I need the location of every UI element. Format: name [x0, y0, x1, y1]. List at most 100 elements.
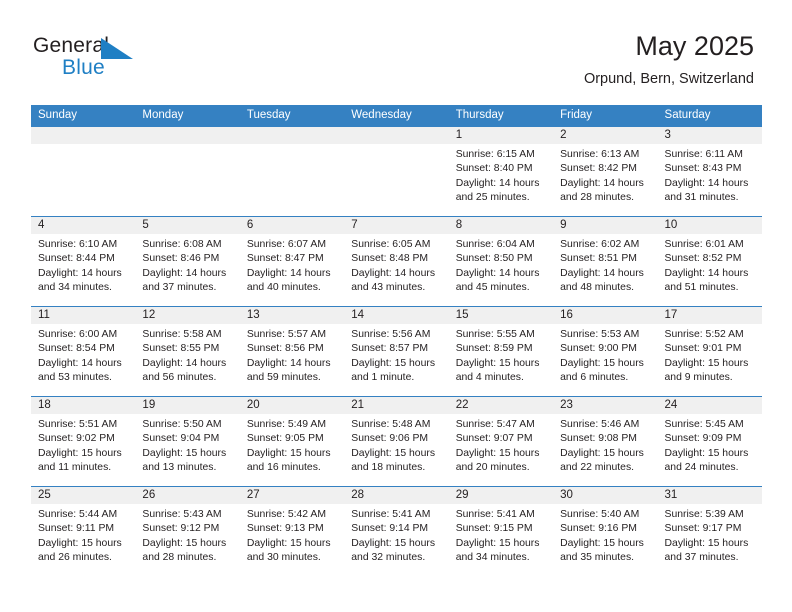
day-info: Sunrise: 5:44 AM Sunset: 9:11 PM Dayligh…	[31, 504, 135, 566]
sunset-text: Sunset: 9:01 PM	[664, 343, 742, 355]
daylight-text-line1: Daylight: 14 hours	[664, 267, 749, 279]
day-cell[interactable]: 16 Sunrise: 5:53 AM Sunset: 9:00 PM Dayl…	[553, 307, 658, 396]
day-info: Sunrise: 6:00 AM Sunset: 8:54 PM Dayligh…	[31, 324, 135, 386]
sunrise-text: Sunrise: 5:49 AM	[246, 419, 326, 430]
day-cell[interactable]: 10 Sunrise: 6:01 AM Sunset: 8:52 PM Dayl…	[657, 217, 762, 306]
daylight-text-line1: Daylight: 15 hours	[38, 537, 122, 549]
day-cell[interactable]: 9 Sunrise: 6:02 AM Sunset: 8:51 PM Dayli…	[553, 217, 658, 306]
sunset-text: Sunset: 9:11 PM	[38, 523, 115, 535]
sunset-text: Sunset: 9:07 PM	[455, 433, 533, 445]
sunrise-text: Sunrise: 5:47 AM	[455, 419, 535, 430]
daylight-text-line1: Daylight: 15 hours	[142, 447, 227, 459]
daylight-text-line2: and 35 minutes.	[560, 552, 635, 564]
daylight-text-line1: Daylight: 15 hours	[455, 447, 540, 459]
day-cell[interactable]: 15 Sunrise: 5:55 AM Sunset: 8:59 PM Dayl…	[448, 307, 554, 396]
sunrise-text: Sunrise: 6:01 AM	[664, 239, 744, 250]
day-number	[344, 127, 449, 144]
day-number: 10	[657, 217, 762, 234]
daylight-text-line2: and 24 minutes.	[664, 462, 739, 474]
day-cell[interactable]: 31 Sunrise: 5:39 AM Sunset: 9:17 PM Dayl…	[657, 487, 762, 576]
sunset-text: Sunset: 9:04 PM	[142, 433, 220, 445]
daylight-text-line2: and 59 minutes.	[246, 372, 321, 384]
day-number: 21	[344, 397, 449, 414]
daylight-text-line1: Daylight: 15 hours	[560, 537, 644, 549]
day-cell[interactable]: 13 Sunrise: 5:57 AM Sunset: 8:56 PM Dayl…	[239, 307, 345, 396]
day-cell[interactable]: 20 Sunrise: 5:49 AM Sunset: 9:05 PM Dayl…	[239, 397, 345, 486]
daylight-text-line2: and 9 minutes.	[664, 372, 733, 384]
sunrise-text: Sunrise: 5:50 AM	[142, 419, 222, 430]
day-cell[interactable]: 12 Sunrise: 5:58 AM Sunset: 8:55 PM Dayl…	[135, 307, 240, 396]
day-info: Sunrise: 5:50 AM Sunset: 9:04 PM Dayligh…	[135, 414, 239, 476]
sunrise-text: Sunrise: 6:00 AM	[38, 329, 118, 340]
day-cell[interactable]: 11 Sunrise: 6:00 AM Sunset: 8:54 PM Dayl…	[31, 307, 136, 396]
day-cell[interactable]: 7 Sunrise: 6:05 AM Sunset: 8:48 PM Dayli…	[344, 217, 449, 306]
weekday-header-saturday: Saturday	[664, 109, 711, 121]
day-info: Sunrise: 6:07 AM Sunset: 8:47 PM Dayligh…	[240, 234, 344, 296]
day-cell[interactable]: 23 Sunrise: 5:46 AM Sunset: 9:08 PM Dayl…	[553, 397, 658, 486]
daylight-text-line2: and 18 minutes.	[351, 462, 426, 474]
daylight-text-line1: Daylight: 15 hours	[246, 447, 331, 459]
sunset-text: Sunset: 8:56 PM	[246, 343, 324, 355]
day-cell[interactable]: 25 Sunrise: 5:44 AM Sunset: 9:11 PM Dayl…	[31, 487, 136, 576]
day-number	[135, 127, 240, 144]
day-cell[interactable]: 24 Sunrise: 5:45 AM Sunset: 9:09 PM Dayl…	[657, 397, 762, 486]
day-cell[interactable]: 18 Sunrise: 5:51 AM Sunset: 9:02 PM Dayl…	[31, 397, 136, 486]
daylight-text-line2: and 45 minutes.	[455, 282, 530, 294]
sunset-text: Sunset: 9:15 PM	[455, 523, 533, 535]
daylight-text-line2: and 30 minutes.	[246, 552, 321, 564]
day-number: 3	[657, 127, 762, 144]
sunrise-text: Sunrise: 5:46 AM	[560, 419, 640, 430]
day-cell[interactable]: 2 Sunrise: 6:13 AM Sunset: 8:42 PM Dayli…	[553, 127, 658, 216]
daylight-text-line2: and 31 minutes.	[664, 192, 739, 204]
day-number: 22	[448, 397, 554, 414]
day-cell[interactable]	[135, 127, 240, 216]
day-info: Sunrise: 6:11 AM Sunset: 8:43 PM Dayligh…	[658, 144, 762, 206]
day-cell[interactable]: 22 Sunrise: 5:47 AM Sunset: 9:07 PM Dayl…	[448, 397, 554, 486]
day-info: Sunrise: 5:39 AM Sunset: 9:17 PM Dayligh…	[658, 504, 762, 566]
day-number	[31, 127, 136, 144]
day-number: 26	[135, 487, 240, 504]
day-cell[interactable]: 26 Sunrise: 5:43 AM Sunset: 9:12 PM Dayl…	[135, 487, 240, 576]
day-info: Sunrise: 5:47 AM Sunset: 9:07 PM Dayligh…	[449, 414, 553, 476]
day-cell[interactable]: 19 Sunrise: 5:50 AM Sunset: 9:04 PM Dayl…	[135, 397, 240, 486]
day-cell[interactable]: 28 Sunrise: 5:41 AM Sunset: 9:14 PM Dayl…	[344, 487, 449, 576]
day-cell[interactable]: 3 Sunrise: 6:11 AM Sunset: 8:43 PM Dayli…	[657, 127, 762, 216]
day-cell[interactable]: 27 Sunrise: 5:42 AM Sunset: 9:13 PM Dayl…	[239, 487, 345, 576]
sunset-text: Sunset: 9:12 PM	[142, 523, 220, 535]
day-info: Sunrise: 5:49 AM Sunset: 9:05 PM Dayligh…	[240, 414, 344, 476]
sunrise-text: Sunrise: 6:08 AM	[142, 239, 222, 250]
day-cell[interactable]	[239, 127, 345, 216]
day-cell[interactable]: 6 Sunrise: 6:07 AM Sunset: 8:47 PM Dayli…	[239, 217, 345, 306]
day-cell[interactable]	[31, 127, 136, 216]
day-cell[interactable]: 30 Sunrise: 5:40 AM Sunset: 9:16 PM Dayl…	[553, 487, 658, 576]
day-cell[interactable]: 29 Sunrise: 5:41 AM Sunset: 9:15 PM Dayl…	[448, 487, 554, 576]
calendar-page: General Blue May 2025 Orpund, Bern, Swit…	[0, 0, 792, 612]
day-info: Sunrise: 6:05 AM Sunset: 8:48 PM Dayligh…	[344, 234, 448, 296]
daylight-text-line1: Daylight: 15 hours	[351, 447, 436, 459]
calendar-week-row: 25 Sunrise: 5:44 AM Sunset: 9:11 PM Dayl…	[31, 486, 762, 576]
day-cell[interactable]	[344, 127, 449, 216]
sunrise-text: Sunrise: 5:41 AM	[351, 509, 431, 520]
daylight-text-line2: and 11 minutes.	[38, 462, 112, 474]
day-info: Sunrise: 5:42 AM Sunset: 9:13 PM Dayligh…	[240, 504, 344, 566]
sunrise-text: Sunrise: 6:10 AM	[38, 239, 118, 250]
day-cell[interactable]: 5 Sunrise: 6:08 AM Sunset: 8:46 PM Dayli…	[135, 217, 240, 306]
day-cell[interactable]: 14 Sunrise: 5:56 AM Sunset: 8:57 PM Dayl…	[344, 307, 449, 396]
brand-logo[interactable]: General Blue	[33, 34, 213, 82]
brand-word-blue: Blue	[62, 56, 105, 79]
day-cell[interactable]: 8 Sunrise: 6:04 AM Sunset: 8:50 PM Dayli…	[448, 217, 554, 306]
sunrise-text: Sunrise: 6:13 AM	[560, 149, 640, 160]
triangle-icon	[101, 38, 133, 59]
day-cell[interactable]: 21 Sunrise: 5:48 AM Sunset: 9:06 PM Dayl…	[344, 397, 449, 486]
daylight-text-line1: Daylight: 14 hours	[246, 357, 331, 369]
day-number: 27	[239, 487, 345, 504]
day-info: Sunrise: 6:02 AM Sunset: 8:51 PM Dayligh…	[553, 234, 657, 296]
day-cell[interactable]: 1 Sunrise: 6:15 AM Sunset: 8:40 PM Dayli…	[448, 127, 554, 216]
day-cell[interactable]: 17 Sunrise: 5:52 AM Sunset: 9:01 PM Dayl…	[657, 307, 762, 396]
day-cell[interactable]: 4 Sunrise: 6:10 AM Sunset: 8:44 PM Dayli…	[31, 217, 136, 306]
sunset-text: Sunset: 8:54 PM	[38, 343, 115, 355]
sunrise-text: Sunrise: 5:51 AM	[38, 419, 118, 430]
daylight-text-line1: Daylight: 15 hours	[246, 537, 331, 549]
day-number: 13	[239, 307, 345, 324]
day-info: Sunrise: 6:10 AM Sunset: 8:44 PM Dayligh…	[31, 234, 135, 296]
